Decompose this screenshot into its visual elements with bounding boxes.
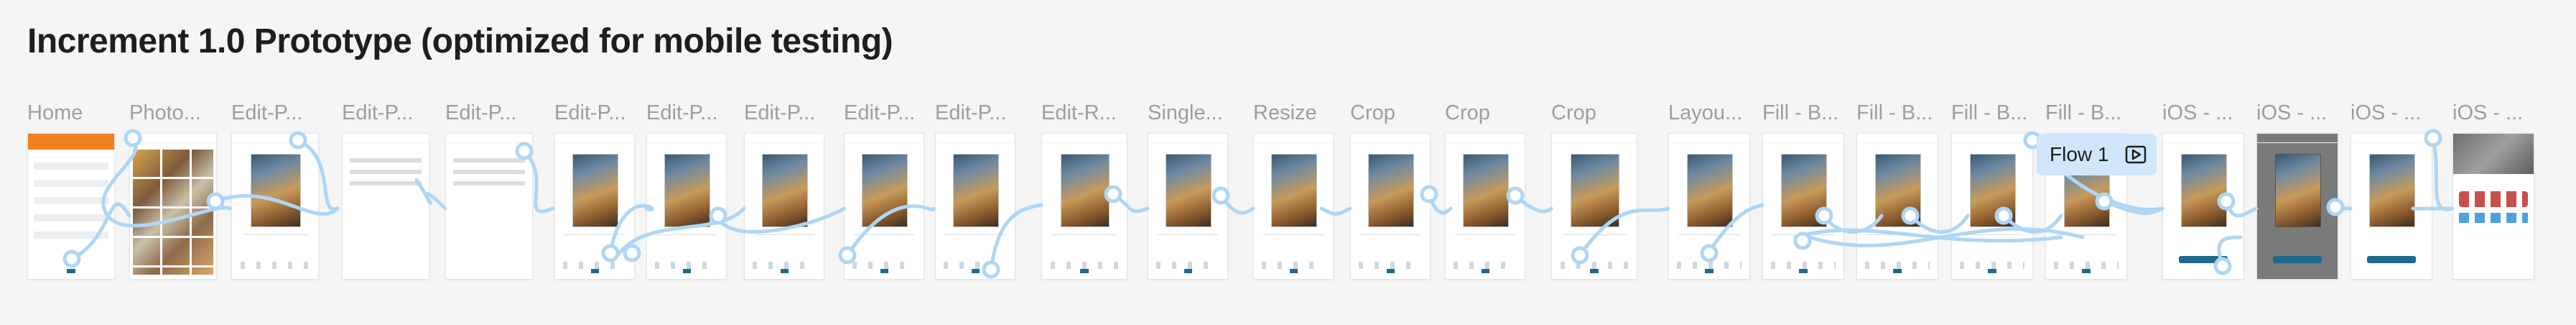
connection-node bbox=[1104, 185, 1122, 203]
connection-wire bbox=[716, 206, 847, 234]
prototype-connections bbox=[62, 129, 2455, 279]
connection-node bbox=[1420, 185, 1438, 203]
connection-node bbox=[206, 192, 225, 211]
flow-label: Flow 1 bbox=[2050, 143, 2109, 165]
connection-wire bbox=[101, 136, 232, 228]
connection-node bbox=[62, 250, 81, 268]
connection-wire bbox=[296, 138, 340, 211]
connection-node bbox=[289, 131, 307, 150]
connection-wire bbox=[1319, 206, 1352, 216]
connection-wire bbox=[213, 193, 340, 216]
connection-node bbox=[1994, 206, 2013, 225]
connection-node bbox=[1793, 232, 1812, 250]
connection-wire bbox=[414, 178, 447, 211]
connection-wire bbox=[1707, 203, 1764, 254]
flow-start-badge[interactable]: Flow 1 bbox=[2037, 134, 2157, 175]
connection-wire bbox=[845, 204, 936, 257]
connection-node bbox=[515, 142, 534, 160]
connection-node bbox=[1901, 206, 1920, 225]
connection-node bbox=[838, 246, 857, 265]
connection-node bbox=[1815, 206, 1833, 225]
connection-node bbox=[982, 260, 1000, 279]
connection-node bbox=[2424, 129, 2442, 147]
connection-node bbox=[1506, 186, 1525, 205]
connection-node bbox=[2213, 257, 2232, 275]
connection-node bbox=[2217, 192, 2236, 211]
connection-wire bbox=[989, 203, 1043, 272]
connection-wire bbox=[70, 202, 131, 261]
connection-wire bbox=[2431, 136, 2455, 211]
connection-node bbox=[1212, 186, 1230, 205]
connection-node bbox=[2095, 192, 2114, 211]
connection-node bbox=[1571, 246, 1589, 265]
connection-node bbox=[1700, 244, 1719, 262]
connection-node bbox=[623, 244, 641, 262]
play-icon[interactable] bbox=[2125, 144, 2147, 165]
connection-wire bbox=[522, 149, 555, 214]
connection-wire bbox=[1578, 206, 1670, 257]
connection-node bbox=[709, 206, 727, 225]
connection-node bbox=[2326, 198, 2345, 216]
connection-node bbox=[124, 129, 142, 147]
connection-node bbox=[601, 244, 620, 262]
